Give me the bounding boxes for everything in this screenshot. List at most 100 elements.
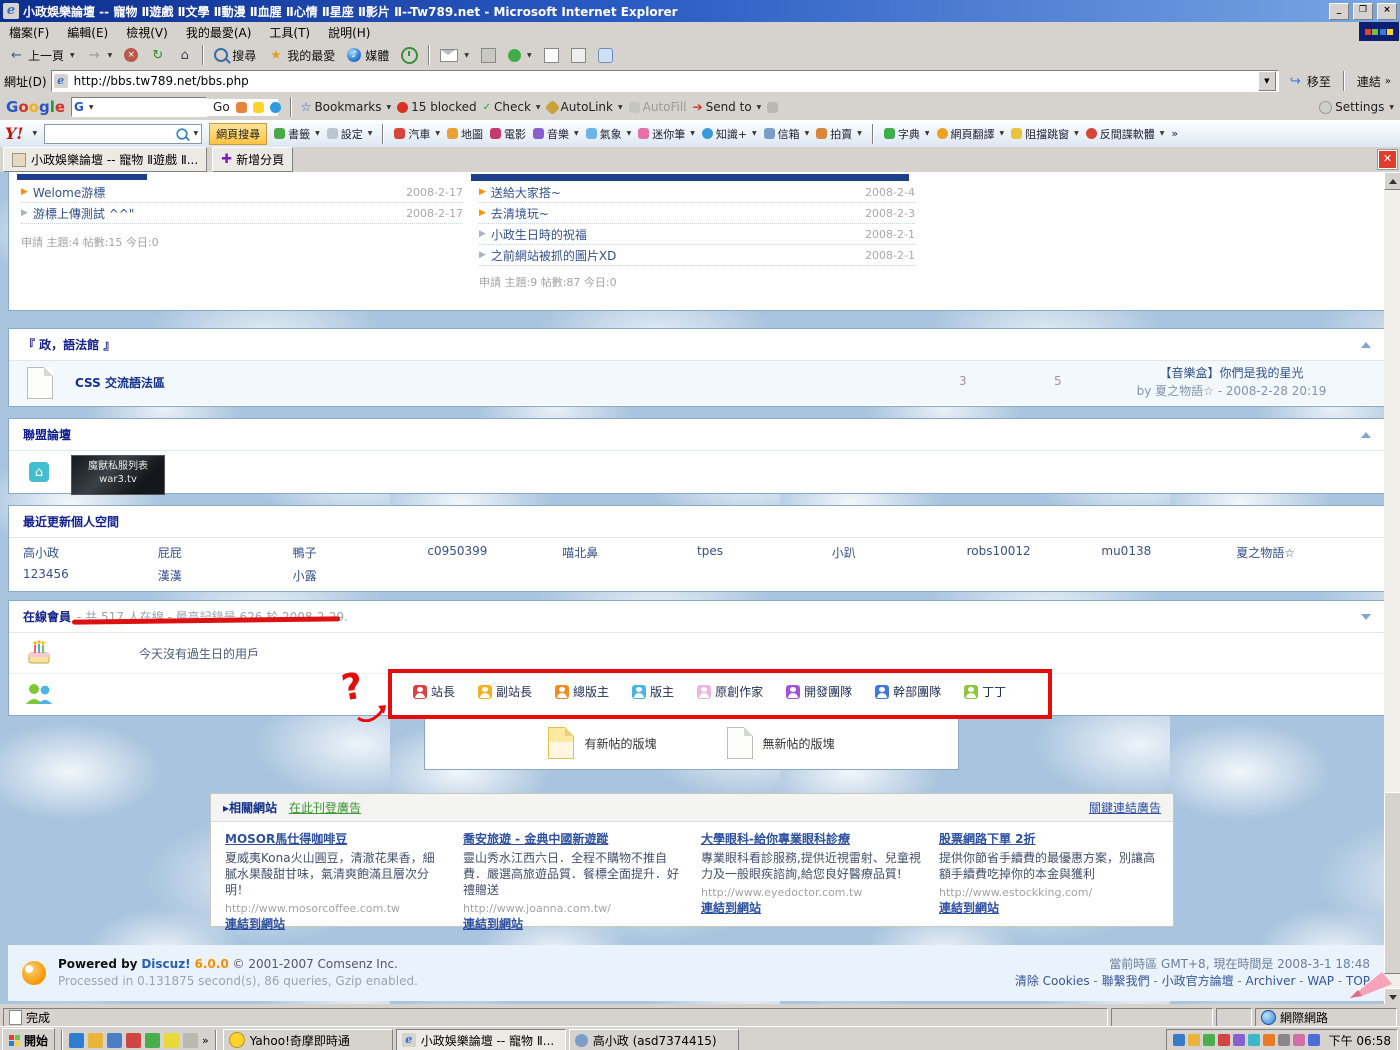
google-autofill-button[interactable]: AutoFill (629, 100, 687, 114)
history-button[interactable] (396, 45, 423, 66)
alliance-home-icon[interactable]: ⌂ (29, 462, 49, 482)
ad-visit-link[interactable]: 連結到網站 (463, 917, 523, 931)
yahoo-item-antispyware[interactable]: 反間諜軟體▼ (1086, 126, 1165, 142)
alliance-banner[interactable]: 魔獸私服列表 war3.tv (71, 455, 165, 495)
space-user-link[interactable]: robs10012 (967, 544, 1102, 561)
thread-link[interactable]: 小政生日時的祝福 (491, 226, 860, 243)
quicklaunch-overflow-chevron[interactable]: » (202, 1034, 209, 1047)
google-autolink-button[interactable]: AutoLink▼ (547, 100, 623, 114)
ad-title-link[interactable]: MOSOR馬仕得咖啡豆 (225, 832, 347, 846)
maximize-button[interactable]: ❐ (1353, 3, 1373, 20)
yahoo-item-dictionary[interactable]: 字典▼ (884, 126, 930, 142)
media-button[interactable]: ♪ 媒體 (342, 45, 394, 66)
menu-tools[interactable]: 工具(T) (260, 22, 319, 43)
tray-icon-ime[interactable] (1293, 1034, 1305, 1046)
google-go-button[interactable]: Go (213, 100, 230, 114)
search-button[interactable]: 搜尋 (209, 45, 261, 66)
space-user-link[interactable]: c0950399 (427, 544, 562, 561)
notes-button[interactable] (566, 46, 591, 65)
forum-link[interactable]: CSS 交流語法區 (75, 374, 165, 391)
yahoo-item-mail[interactable]: 信箱▼ (764, 126, 810, 142)
quicklaunch-show-desktop-icon[interactable] (107, 1033, 122, 1048)
space-user-link[interactable]: 漢漢 (158, 567, 293, 584)
forward-caret-icon[interactable]: ▼ (108, 52, 113, 59)
minimize-button[interactable]: _ (1329, 3, 1349, 20)
stop-button[interactable]: × (119, 46, 143, 64)
ads-publish-link[interactable]: 在此刊登廣告 (289, 799, 361, 816)
new-tab-button[interactable]: ✚ 新增分頁 (212, 147, 293, 172)
google-spellcheck-button[interactable]: ✓Check▼ (483, 100, 541, 114)
yahoo-item-auction[interactable]: 拍賣▼ (816, 126, 862, 142)
yahoo-search-input[interactable] (48, 125, 173, 142)
contact-us-link[interactable]: 聯繫我們 (1090, 974, 1150, 988)
menu-view[interactable]: 檢視(V) (117, 22, 177, 43)
last-post-link[interactable]: 【音樂盒】你們是我的星光 (1089, 364, 1374, 382)
close-button[interactable]: × (1377, 3, 1397, 20)
thread-link[interactable]: 去清境玩~ (491, 205, 860, 222)
yahoo-item-minipen[interactable]: 迷你筆▼ (638, 126, 695, 142)
yahoo-logo-caret-icon[interactable]: ▼ (32, 130, 37, 137)
back-button[interactable]: ← 上一頁▼ (4, 45, 80, 66)
yahoo-item-knowledge[interactable]: 知識+▼ (702, 126, 757, 142)
tray-clock[interactable]: 下午 06:58 (1329, 1032, 1391, 1049)
yahoo-item-maps[interactable]: 地圖 (447, 126, 483, 142)
messenger-button[interactable]: ▼ (503, 47, 537, 64)
tray-icon-network[interactable] (1173, 1034, 1185, 1046)
google-bookmarks-button[interactable]: ☆Bookmarks▼ (301, 100, 391, 114)
yahoo-search-caret-icon[interactable]: ▼ (193, 130, 198, 137)
yahoo-item-music[interactable]: 音樂▼ (533, 126, 579, 142)
yahoo-item-translate[interactable]: 網頁翻譯▼ (937, 126, 1005, 142)
space-user-link[interactable]: 123456 (23, 567, 158, 584)
archiver-link[interactable]: Archiver (1234, 974, 1296, 988)
space-user-link[interactable]: 屁屁 (158, 544, 293, 561)
menu-file[interactable]: 檔案(F) (0, 22, 58, 43)
google-popup-blocked[interactable]: 15 blocked (397, 100, 477, 114)
discuss-button[interactable] (593, 46, 618, 65)
scrollbar-thumb[interactable] (1384, 792, 1400, 974)
collapse-icon[interactable] (1361, 614, 1371, 620)
thread-link[interactable]: Welome游標 (33, 184, 401, 201)
menu-edit[interactable]: 編輯(E) (58, 22, 117, 43)
favorites-button[interactable]: ★ 我的最愛 (263, 45, 340, 66)
clear-cookies-link[interactable]: 清除 Cookies (1015, 974, 1090, 988)
forward-button[interactable]: →▼ (82, 46, 118, 65)
tray-icon-clock-sync[interactable] (1308, 1034, 1320, 1046)
home-button[interactable]: ⌂ (172, 46, 197, 65)
space-user-link[interactable]: 小露 (293, 567, 428, 584)
tray-icon-volume[interactable] (1278, 1034, 1290, 1046)
space-user-link[interactable]: tpes (697, 544, 832, 561)
yahoo-item-cars[interactable]: 汽車▼ (394, 126, 440, 142)
google-sendto-button[interactable]: ➔Send to▼ (693, 100, 762, 114)
yahoo-item-popup-blocker[interactable]: 阻擋跳窗▼ (1011, 126, 1079, 142)
google-pen-icon[interactable] (767, 102, 778, 113)
quicklaunch-media-player-icon[interactable] (126, 1033, 141, 1048)
yahoo-item-settings[interactable]: 設定▼ (327, 126, 373, 142)
print-button[interactable] (476, 46, 501, 65)
ad-visit-link[interactable]: 連結到網站 (939, 901, 999, 915)
tray-icon-audio[interactable] (1233, 1034, 1245, 1046)
yahoo-item-bookmarks[interactable]: 書籤▼ (274, 126, 320, 142)
space-user-link[interactable]: 高小政 (23, 544, 158, 561)
ad-title-link[interactable]: 大學眼科-給你專業眼科診療 (701, 832, 850, 846)
tray-icon-messenger[interactable] (1203, 1034, 1215, 1046)
ad-title-link[interactable]: 喬安旅遊 - 金典中國新遊蹤 (463, 832, 608, 846)
links-button[interactable]: 連結 » (1352, 71, 1396, 92)
google-comment-icon[interactable] (270, 102, 281, 113)
ads-keyword-link[interactable]: 關鍵連結廣告 (1089, 799, 1161, 816)
yahoo-websearch-button[interactable]: 網頁搜尋 (209, 123, 267, 145)
menu-help[interactable]: 說明(H) (319, 22, 379, 43)
wap-link[interactable]: WAP (1295, 974, 1334, 988)
thread-link[interactable]: 送給大家搭~ (491, 184, 860, 201)
space-user-link[interactable]: 喵北鼻 (562, 544, 697, 561)
edit-button[interactable] (539, 46, 564, 65)
google-highlight-icon[interactable] (253, 102, 264, 113)
tray-icon-updates[interactable] (1188, 1034, 1200, 1046)
yahoo-item-movies[interactable]: 電影 (490, 126, 526, 142)
scroll-up-button[interactable] (1384, 172, 1400, 190)
quicklaunch-other-icon[interactable] (183, 1033, 198, 1048)
quicklaunch-mail-icon[interactable] (88, 1033, 103, 1048)
go-button[interactable]: ↪ 移至 (1283, 71, 1336, 92)
collapse-icon[interactable] (1361, 342, 1371, 348)
mail-button[interactable]: ▼ (435, 47, 474, 64)
tabbar-close-button[interactable]: ✕ (1378, 150, 1397, 169)
